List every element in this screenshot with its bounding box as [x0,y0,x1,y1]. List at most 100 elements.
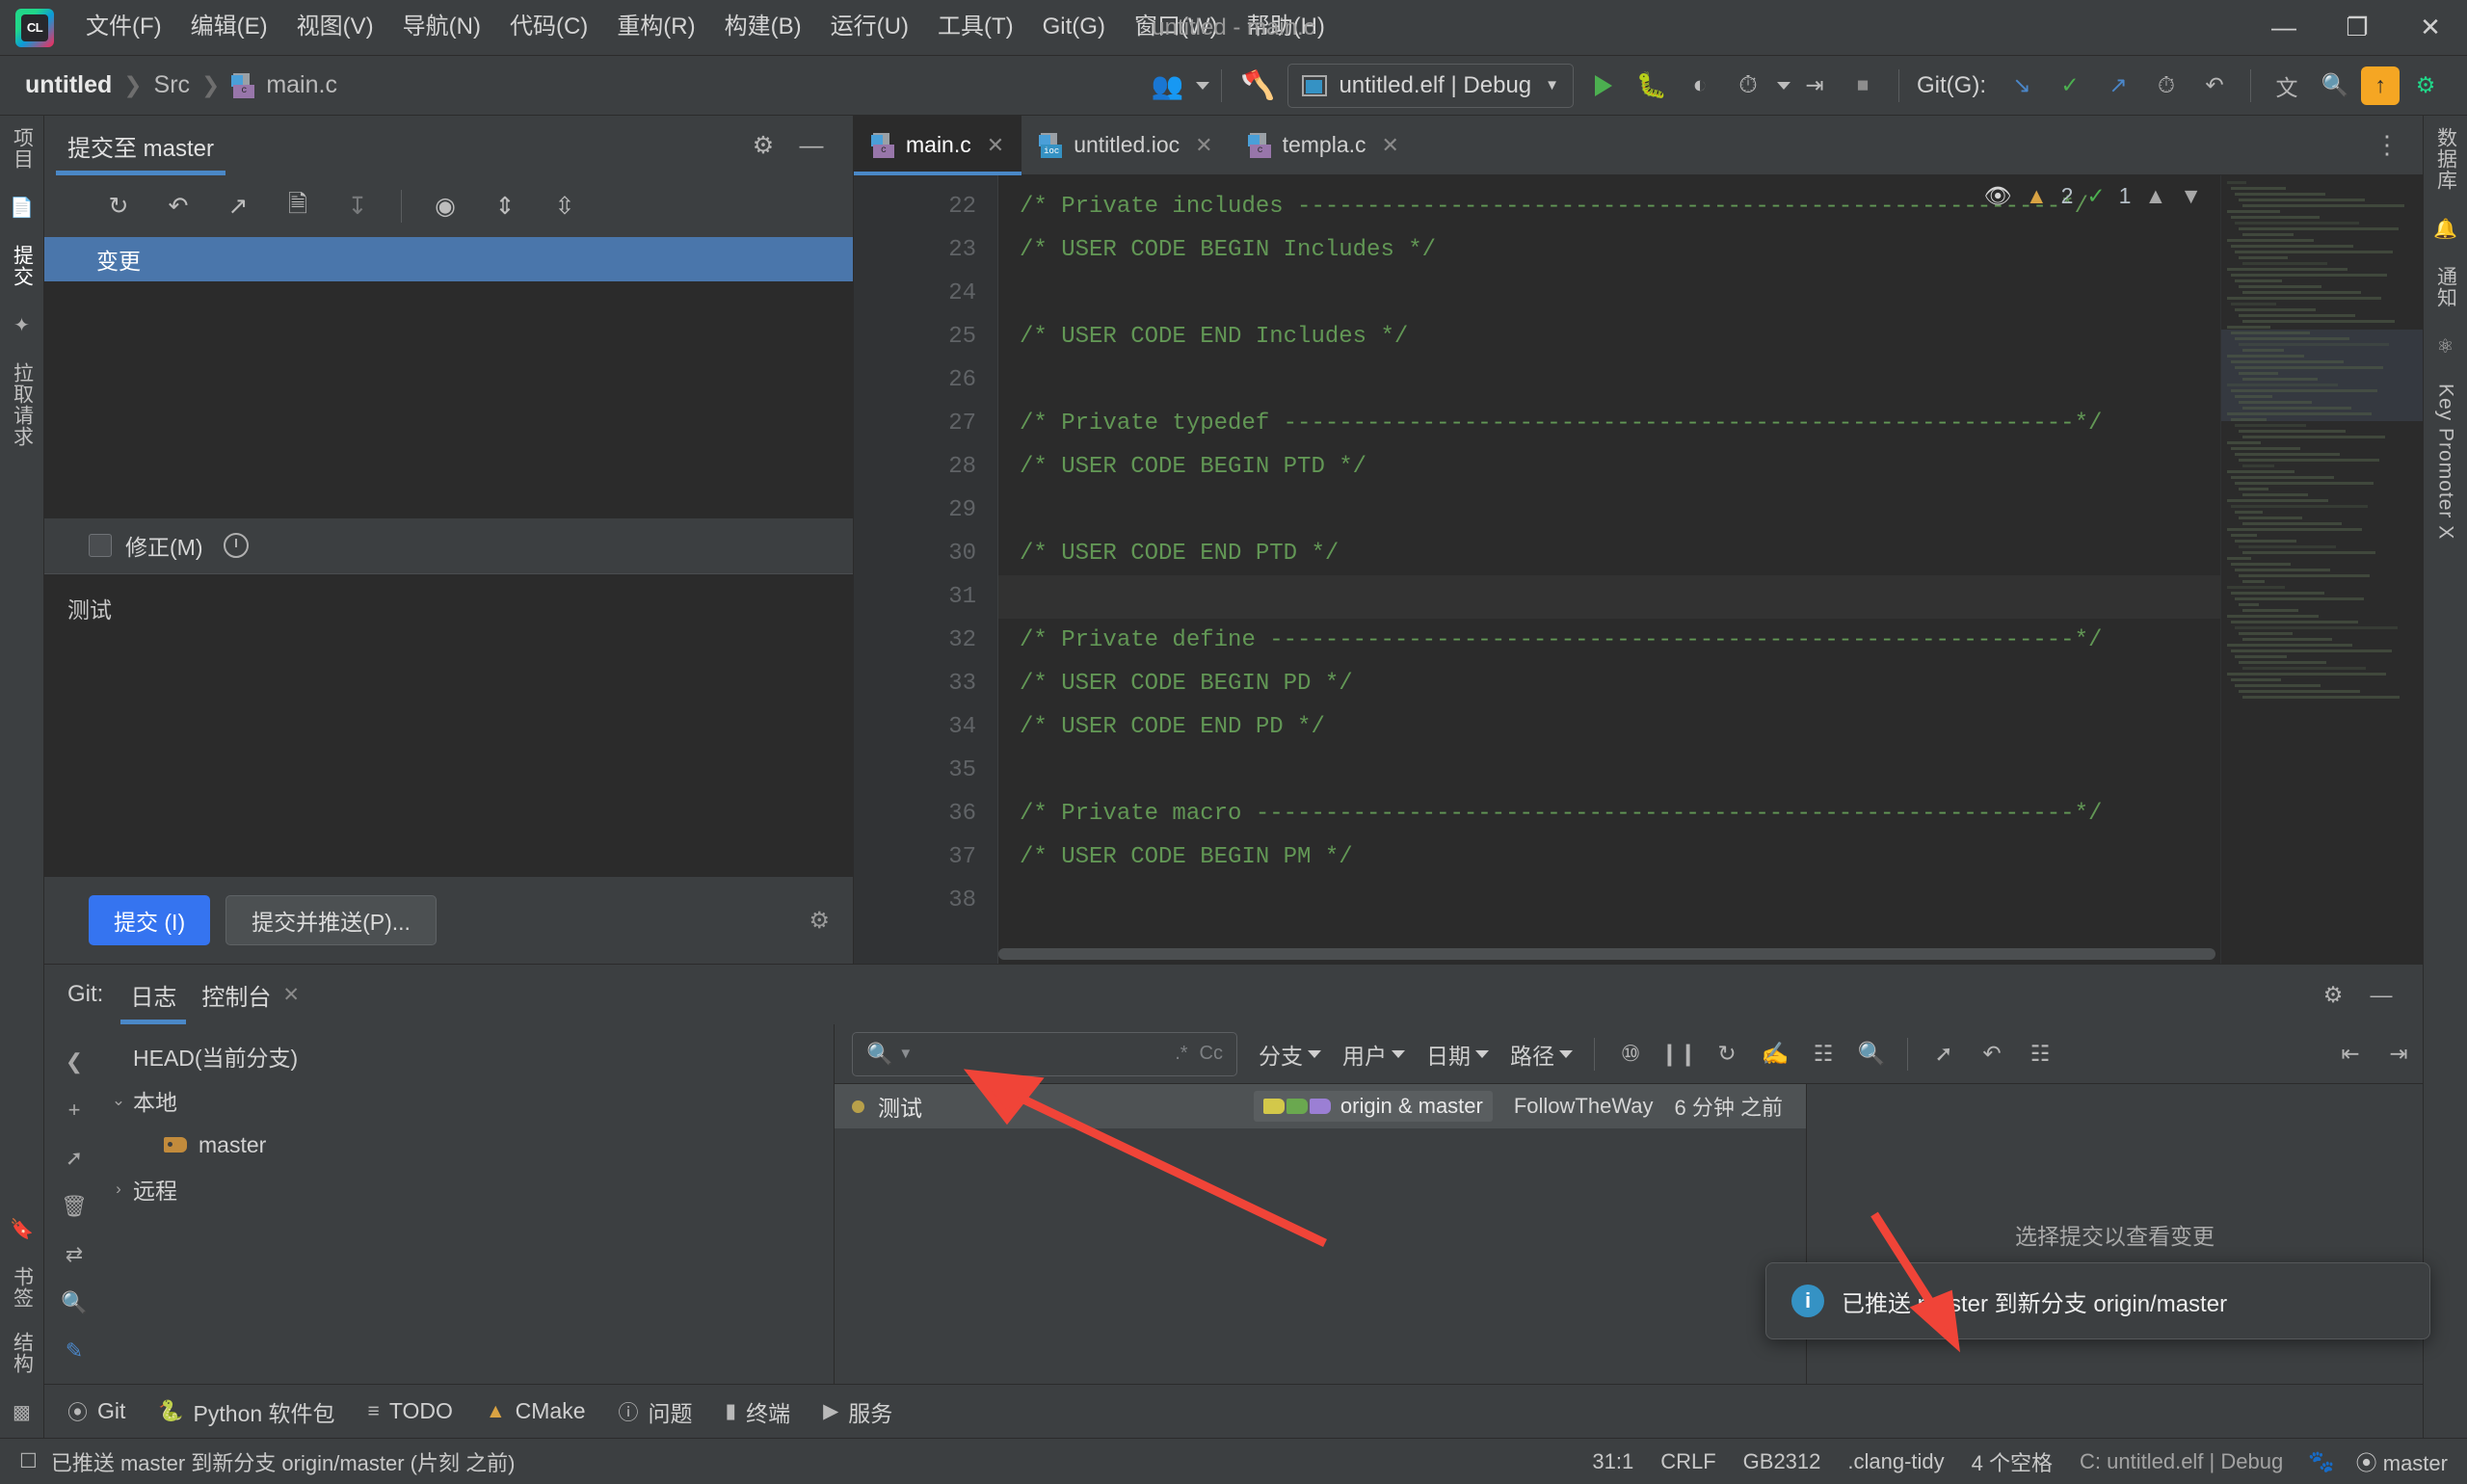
sidebar-item-notifications[interactable]: 通知 [2431,254,2460,320]
sidebar-item-database[interactable]: 数据库 [2431,116,2460,202]
show-details-icon[interactable]: ☷ [2018,1032,2062,1076]
menu-item-file[interactable]: 文件(F) [71,10,176,45]
git-update-icon[interactable]: ↘ [2000,64,2044,108]
stop-button[interactable]: ■ [1841,64,1885,108]
filter-user[interactable]: 用户 [1342,1038,1405,1071]
chevron-down-icon[interactable]: ⌄ [104,1091,133,1110]
toolchain-info[interactable]: C: untitled.elf | Debug [2080,1449,2283,1474]
branch-tree-row[interactable]: HEAD(当前分支) [104,1034,834,1078]
branch-tree-row[interactable]: master [104,1123,834,1167]
commit-history-clock-icon[interactable] [224,533,249,558]
close-button[interactable]: ✕ [2394,0,2467,56]
git-settings-gear-icon[interactable]: ⚙ [2311,972,2355,1017]
inspection-profile[interactable]: .clang-tidy [1847,1449,1944,1474]
tab-git-console[interactable]: 控制台 ✕ [192,965,309,1024]
debug-button[interactable]: 🐛 [1630,64,1674,108]
breadcrumb-project[interactable]: untitled [25,71,112,99]
search-icon[interactable]: 🔍 [58,1290,91,1315]
translate-icon[interactable]: 文 [2265,64,2309,108]
rollback-icon[interactable]: ↶ [156,184,200,228]
sidebar-item-bookmarks[interactable]: 书签 [8,1255,37,1320]
close-icon[interactable]: ✕ [282,983,300,1007]
shelve-icon[interactable]: ↗ [216,184,260,228]
sidebar-item-pull-requests[interactable]: 拉取请求 [8,351,37,459]
attach-process-button[interactable]: ⇥ [1792,64,1837,108]
merge-icon[interactable]: ⇄ [58,1242,91,1267]
preview-diff-icon[interactable]: ◉ [423,184,467,228]
commit-row[interactable]: 测试 origin & master FollowTheWay 6 分钟 之前 [835,1084,1806,1128]
commit-list[interactable]: 测试 origin & master FollowTheWay 6 分钟 之前 [835,1084,1806,1384]
code-lines[interactable]: /* Private includes --------------------… [998,175,2220,964]
bottom-tab-python-packages[interactable]: 🐍 Python 软件包 [158,1395,334,1428]
menu-item-navigate[interactable]: 导航(N) [388,10,495,45]
editor-tab-main-c[interactable]: c main.c ✕ [854,116,1021,175]
run-button[interactable] [1581,64,1626,108]
menu-item-code[interactable]: 代码(C) [495,10,602,45]
filter-branch[interactable]: 分支 [1259,1038,1321,1071]
changes-list[interactable] [44,281,853,517]
checkout-icon[interactable]: ➚ [58,1146,91,1171]
bottom-tab-terminal[interactable]: ▮ 终端 [726,1395,791,1428]
menu-item-git[interactable]: Git(G) [1028,10,1120,45]
expand-all-icon[interactable]: ⇕ [483,184,527,228]
inspection-widget[interactable]: 👁 ▲ 2 ✓ 1 ▲ ▼ [1977,183,2209,209]
menu-item-build[interactable]: 构建(B) [710,10,816,45]
maximize-button[interactable]: ❐ [2321,0,2394,56]
build-hammer-icon[interactable]: 🪓 [1235,64,1280,108]
run-configuration-selector[interactable]: untitled.elf | Debug ▼ [1287,64,1574,108]
close-icon[interactable]: ✕ [1195,133,1212,158]
bottom-tab-todo[interactable]: ≡ TODO [368,1398,453,1424]
users-icon[interactable]: 👥 [1145,64,1189,108]
menu-item-refactor[interactable]: 重构(R) [602,10,709,45]
commit-hide-icon[interactable]: — [789,123,834,168]
breadcrumb-file[interactable]: main.c [266,71,337,99]
editor-options-icon[interactable]: ⋮ [2374,130,2423,160]
notification-bell-icon[interactable]: 🔔 [2429,212,2462,245]
commit-tab-label[interactable]: 提交至 master [64,116,218,175]
menu-item-help[interactable]: 帮助(H) [1233,10,1340,45]
regex-toggle-icon[interactable]: .* [1175,1043,1187,1065]
editor-minimap[interactable] [2220,175,2423,964]
line-separator[interactable]: CRLF [1660,1449,1715,1474]
search-icon[interactable]: 🔍 [2313,64,2357,108]
branch-tree-row[interactable]: ⌄ 本地 [104,1078,834,1123]
bottom-tab-services[interactable]: ▶ 服务 [823,1395,892,1428]
amend-checkbox[interactable] [89,534,112,557]
breadcrumb-folder[interactable]: Src [154,71,191,99]
code-editor[interactable]: 22 23 24 25 26 27 28 29 30 31 32 33 [854,175,2423,964]
download-icon[interactable]: ↧ [335,184,380,228]
collapse-all-icon[interactable]: ⇳ [543,184,587,228]
previous-problem-icon[interactable]: ▲ [2144,183,2166,209]
pause-icon[interactable]: ❙❙ [1657,1032,1701,1076]
branch-widget[interactable]: ⦿ master [2356,1446,2448,1477]
bottom-tab-git[interactable]: ⦿ Git [67,1397,125,1426]
editor-tab-templa-c[interactable]: c templa.c ✕ [1231,116,1417,175]
chevron-right-icon[interactable]: › [104,1179,133,1199]
collapse-icon[interactable]: ⇥ [2376,1032,2421,1076]
bottom-tab-problems[interactable]: ⓘ 问题 [619,1395,693,1428]
match-case-toggle-icon[interactable]: Cc [1200,1043,1223,1065]
git-history-icon[interactable]: ⏱ [2144,64,2188,108]
next-problem-icon[interactable]: ▼ [2180,183,2202,209]
tab-git-log[interactable]: 日志 [120,965,186,1024]
search-icon[interactable]: 🔍 [1849,1032,1894,1076]
collapse-left-icon[interactable]: ❮ [58,1049,91,1074]
structure-icon[interactable]: ▩ [6,1395,39,1428]
git-rollback-icon[interactable]: ↶ [2192,64,2237,108]
menu-item-edit[interactable]: 编辑(E) [176,10,282,45]
profile-button[interactable]: ⏱ [1726,64,1770,108]
settings-gear-icon[interactable]: ⚙ [2403,64,2448,108]
intellisort-icon[interactable]: ⑩ [1608,1032,1653,1076]
commit-button[interactable]: 提交 (I) [89,895,210,945]
branch-tree[interactable]: HEAD(当前分支) ⌄ 本地 master › [104,1024,834,1384]
cherry-pick-icon[interactable]: ➚ [1922,1032,1966,1076]
sidebar-item-project[interactable]: 项目 [8,116,37,181]
revert-icon[interactable]: ↶ [1970,1032,2014,1076]
delete-icon[interactable]: 🗑 [58,1194,91,1219]
add-icon[interactable]: + [58,1098,91,1123]
sidebar-item-key-promoter[interactable]: Key Promoter X [2434,372,2457,551]
menu-item-run[interactable]: 运行(U) [816,10,923,45]
filter-path[interactable]: 路径 [1510,1038,1573,1071]
git-push-icon[interactable]: ↗ [2096,64,2140,108]
key-promoter-icon[interactable]: ⚛ [2429,330,2462,362]
